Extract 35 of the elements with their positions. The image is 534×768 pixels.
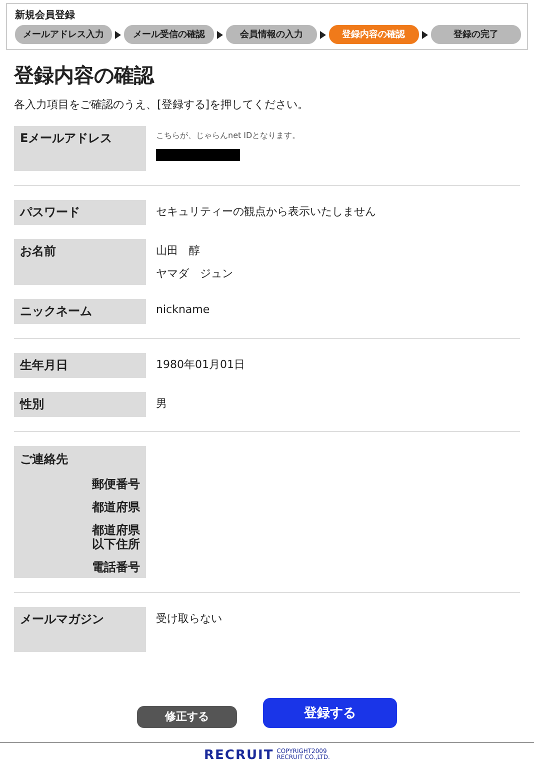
field-value: 山田 醇 [156,243,201,258]
field-label: 性別 [14,392,146,417]
field-value: 受け取らない [156,610,222,626]
field-sublabel: 都道府県 [92,501,140,514]
step-arrow-icon [217,30,224,38]
register-button[interactable]: 登録する [263,698,397,728]
step-pill: メールアドレス入力 [15,25,112,44]
field-value: nickname [156,303,210,316]
step-pill: 登録内容の確認 [328,25,419,44]
field-sublabel: 都道府県以下住所 [90,524,140,551]
field-value: 男 [156,396,167,411]
page-title: 登録内容の確認 [14,62,156,89]
step-pill: 登録の完了 [430,25,521,44]
logo: RECRUIT [204,748,274,763]
field-label: メールマガジン [14,606,146,652]
field-value: セキュリティーの観点から表示いたしません [156,204,376,219]
step-pill: メール受信の確認 [124,25,214,44]
field-label: ご連絡先 [20,451,69,468]
field-value: ヤマダ ジュン [156,266,233,281]
field-note: こちらが、じゃらんnet IDとなります。 [156,130,300,141]
edit-button[interactable]: 修正する [137,706,237,728]
step-pill: 会員情報の入力 [226,25,316,44]
field-label: ニックネーム [14,299,146,324]
step-arrow-icon [115,30,121,38]
header-title: 新規会員登録 [15,8,76,22]
field-label: パスワード [14,200,146,225]
field-value: 1980年01月01日 [156,357,245,372]
instructions: 各入力項目をご確認のうえ、[登録する]を押してください。 [14,97,310,112]
field-label: Eメールアドレス [14,126,146,171]
field-label: お名前 [14,239,146,285]
field-sublabel: 郵便番号 [92,478,140,492]
step-arrow-icon [320,30,326,38]
step-arrow-icon [422,30,428,38]
field-sublabel: 電話番号 [92,560,140,574]
field-label: 生年月日 [14,353,146,378]
